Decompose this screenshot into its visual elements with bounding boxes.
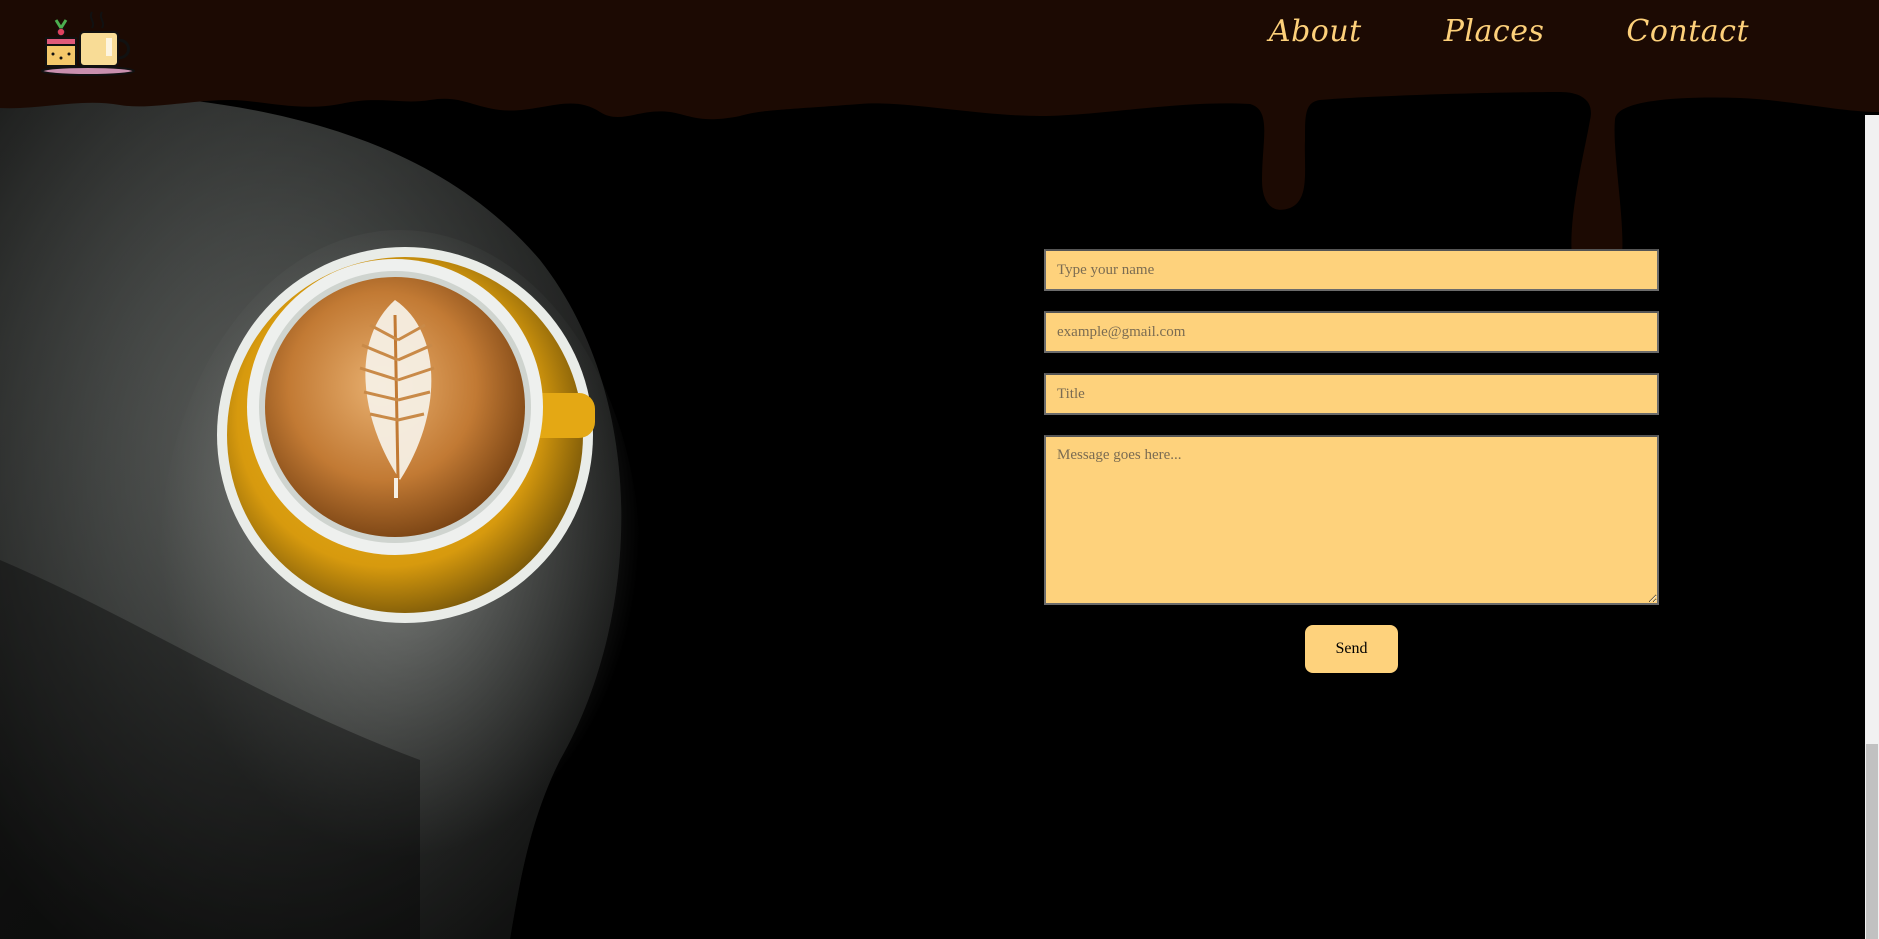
main-nav: About Places Contact (1269, 14, 1749, 49)
message-textarea[interactable] (1044, 435, 1659, 605)
vertical-scrollbar[interactable] (1865, 115, 1879, 939)
page: About Places Contact Send (0, 0, 1879, 939)
email-input[interactable] (1044, 311, 1659, 353)
name-input[interactable] (1044, 249, 1659, 291)
nav-contact[interactable]: Contact (1626, 14, 1749, 49)
nav-places[interactable]: Places (1444, 14, 1545, 49)
cake-and-coffee-cup-icon[interactable] (40, 8, 140, 78)
send-button-wrapper: Send (1044, 625, 1659, 673)
send-button[interactable]: Send (1305, 625, 1398, 673)
nav-about[interactable]: About (1269, 14, 1362, 49)
scrollbar-thumb[interactable] (1866, 744, 1878, 939)
title-input[interactable] (1044, 373, 1659, 415)
contact-form: Send (1044, 249, 1659, 673)
